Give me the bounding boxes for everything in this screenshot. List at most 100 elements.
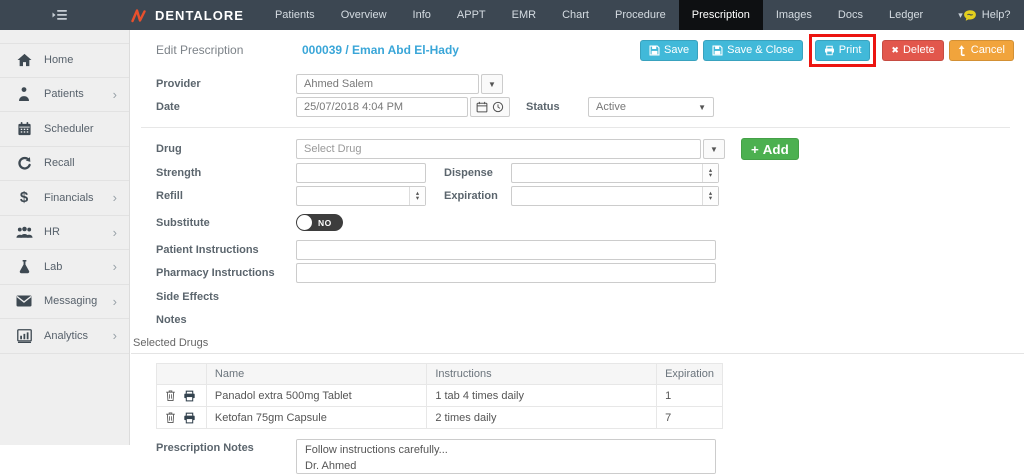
status-select[interactable]: Active ▼ [588, 97, 714, 117]
provider-caret-button[interactable]: ▼ [481, 74, 503, 94]
side-effects-row: Side Effects [156, 291, 1024, 303]
nav-item-emr[interactable]: EMR [499, 0, 549, 30]
patient-instructions-label: Patient Instructions [156, 244, 296, 256]
sidebar-item-label: Analytics [44, 330, 113, 342]
column-header-instructions: Instructions [427, 364, 657, 385]
print-highlight-annotation: Print [809, 34, 877, 67]
refill-spinner[interactable]: ▴▾ [409, 187, 425, 205]
substitute-row: Substitute NO [156, 214, 1024, 231]
patient-instructions-row: Patient Instructions [156, 240, 1024, 260]
dentalore-logo-icon [130, 8, 149, 23]
sidebar-item-patients[interactable]: Patients › [0, 78, 129, 113]
status-label: Status [526, 101, 588, 113]
help-menu[interactable]: Help? [963, 9, 1011, 22]
chevron-right-icon: › [113, 226, 117, 239]
print-row-icon[interactable] [183, 390, 196, 402]
toggle-knob [297, 215, 312, 230]
nav-item-docs[interactable]: Docs [825, 0, 876, 30]
brand-name: DENTALORE [155, 8, 244, 23]
brand-logo[interactable]: DENTALORE [130, 8, 244, 23]
spin-down-icon: ▾ [416, 196, 419, 201]
print-row-icon[interactable] [183, 412, 196, 424]
delete-label: Delete [903, 44, 935, 56]
spin-down-icon: ▾ [709, 196, 712, 201]
date-input[interactable] [296, 97, 468, 117]
drug-expiration-cell: 7 [657, 407, 723, 429]
delete-row-icon[interactable] [165, 389, 176, 402]
refill-input[interactable] [297, 187, 409, 205]
selected-drugs-table: Name Instructions Expiration Panadol ext… [156, 363, 723, 429]
table-header-row: Name Instructions Expiration [157, 364, 723, 385]
patient-link[interactable]: 000039 / Eman Abd El-Hady [302, 43, 459, 57]
sidebar-item-lab[interactable]: Lab › [0, 250, 129, 285]
main-content: Edit Prescription 000039 / Eman Abd El-H… [131, 30, 1024, 445]
print-label: Print [839, 44, 862, 56]
substitute-toggle[interactable]: NO [296, 214, 343, 231]
expiration-input[interactable] [512, 187, 702, 205]
provider-select[interactable]: Ahmed Salem [296, 74, 479, 94]
sidebar-item-scheduler[interactable]: Scheduler [0, 112, 129, 147]
nav-item-images[interactable]: Images [763, 0, 825, 30]
delete-button[interactable]: ✖ Delete [882, 40, 943, 61]
provider-label: Provider [156, 78, 296, 90]
sidebar-item-hr[interactable]: HR › [0, 216, 129, 251]
save-and-close-button[interactable]: Save & Close [703, 40, 803, 61]
nav-item-chart[interactable]: Chart [549, 0, 602, 30]
print-button[interactable]: Print [815, 40, 871, 61]
prescription-notes-textarea[interactable]: Follow instructions carefully... Dr. Ahm… [296, 439, 716, 474]
delete-x-icon: ✖ [891, 45, 899, 56]
dispense-input[interactable] [512, 164, 702, 182]
save-icon [712, 45, 723, 56]
column-header-expiration: Expiration [657, 364, 723, 385]
drug-select[interactable]: Select Drug [296, 139, 701, 159]
nav-item-appt[interactable]: APPT [444, 0, 499, 30]
dispense-spinner[interactable]: ▴▾ [702, 164, 718, 182]
printer-icon [824, 45, 835, 56]
sidebar-item-label: Messaging [44, 295, 113, 307]
dollar-icon: $ [15, 189, 33, 206]
drug-instructions-cell: 2 times daily [427, 407, 657, 429]
people-group-icon [15, 226, 33, 239]
patient-instructions-input[interactable] [296, 240, 716, 260]
add-label: Add [763, 142, 789, 157]
help-bubble-icon [963, 9, 977, 22]
chevron-right-icon: › [113, 329, 117, 342]
nav-item-ledger[interactable]: Ledger [876, 0, 936, 30]
expiration-field: ▴▾ [511, 186, 719, 206]
navbar-right: Help? OCtober System Administrator ▾ [963, 9, 1024, 22]
nav-item-procedure[interactable]: Procedure [602, 0, 679, 30]
dispense-label: Dispense [444, 167, 511, 179]
sidebar-item-label: Lab [44, 261, 113, 273]
nav-item-prescription[interactable]: Prescription [679, 0, 763, 30]
save-label: Save [664, 44, 689, 56]
sidebar-item-recall[interactable]: Recall [0, 147, 129, 182]
cancel-button[interactable]: Cancel [949, 40, 1014, 61]
pharmacy-instructions-input[interactable] [296, 263, 716, 283]
strength-input[interactable] [296, 163, 426, 183]
toggle-state-label: NO [318, 218, 332, 228]
sidebar-collapse-icon[interactable] [52, 9, 68, 21]
delete-row-icon[interactable] [165, 411, 176, 424]
column-header-name: Name [206, 364, 426, 385]
sidebar-item-analytics[interactable]: Analytics › [0, 319, 129, 354]
nav-item-patients[interactable]: Patients [262, 0, 328, 30]
nav-item-info[interactable]: Info [400, 0, 444, 30]
expiration-spinner[interactable]: ▴▾ [702, 187, 718, 205]
sidebar-item-messaging[interactable]: Messaging › [0, 285, 129, 320]
drug-label: Drug [156, 143, 296, 155]
date-picker-buttons[interactable] [470, 97, 510, 117]
sidebar: Home Patients › Scheduler Recall $ Finan… [0, 30, 130, 445]
save-icon [649, 45, 660, 56]
chevron-right-icon: › [113, 295, 117, 308]
sidebar-item-home[interactable]: Home [0, 43, 129, 78]
notes-row: Notes [156, 314, 1024, 326]
add-drug-button[interactable]: + Add [741, 138, 799, 160]
drug-caret-button[interactable]: ▼ [703, 139, 725, 159]
nav-item-overview[interactable]: Overview [328, 0, 400, 30]
prescription-notes-label: Prescription Notes [156, 439, 296, 454]
selected-drugs-section-label: Selected Drugs [133, 337, 1024, 349]
sidebar-item-financials[interactable]: $ Financials › [0, 181, 129, 216]
drug-expiration-cell: 1 [657, 385, 723, 407]
save-button[interactable]: Save [640, 40, 698, 61]
bar-chart-icon [15, 329, 33, 343]
